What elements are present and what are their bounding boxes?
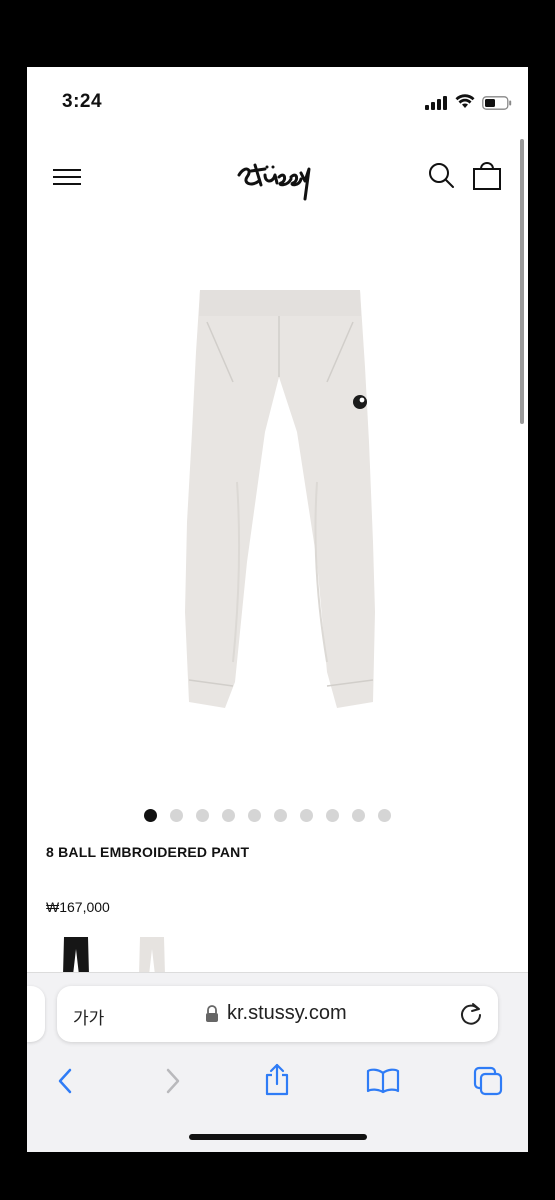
gallery-dot[interactable] <box>326 809 339 822</box>
previous-tab-preview[interactable] <box>27 986 45 1042</box>
product-image[interactable] <box>177 282 377 722</box>
product-title: 8 BALL EMBROIDERED PANT <box>46 844 250 860</box>
reload-icon[interactable] <box>458 1001 484 1027</box>
gallery-dot[interactable] <box>274 809 287 822</box>
safari-bottom-bar: 가가 kr.stussy.com <box>27 972 528 1152</box>
gallery-dot[interactable] <box>196 809 209 822</box>
gallery-dot[interactable] <box>248 809 261 822</box>
gallery-dot[interactable] <box>378 809 391 822</box>
page-scrollbar[interactable] <box>520 139 524 424</box>
hamburger-menu-icon[interactable] <box>53 167 81 187</box>
wifi-icon <box>455 94 475 108</box>
site-header <box>27 137 528 217</box>
text-size-button[interactable]: 가가 <box>73 1004 104 1029</box>
url-text[interactable]: kr.stussy.com <box>227 1002 347 1025</box>
status-bar: 3:24 <box>27 67 528 137</box>
search-icon[interactable] <box>427 161 455 189</box>
address-bar[interactable]: 가가 kr.stussy.com <box>57 986 498 1042</box>
gallery-dot[interactable] <box>352 809 365 822</box>
gallery-dot[interactable] <box>144 809 157 822</box>
forward-icon[interactable] <box>163 1067 183 1095</box>
gallery-dot[interactable] <box>222 809 235 822</box>
swatch-grey[interactable] <box>137 935 167 975</box>
phone-screen: 3:24 8 BALL EMBROIDERED PANT ₩167,000 가가… <box>27 67 528 1152</box>
home-indicator <box>189 1134 367 1140</box>
cellular-signal-icon <box>425 96 447 110</box>
gallery-dot[interactable] <box>300 809 313 822</box>
back-icon[interactable] <box>55 1067 75 1095</box>
share-icon[interactable] <box>263 1063 291 1097</box>
product-price: ₩167,000 <box>46 899 110 915</box>
status-time: 3:24 <box>62 91 103 112</box>
lock-icon <box>206 1005 218 1022</box>
gallery-dot[interactable] <box>170 809 183 822</box>
tabs-icon[interactable] <box>473 1066 503 1096</box>
stussy-logo[interactable] <box>235 151 315 203</box>
bookmarks-icon[interactable] <box>366 1068 400 1094</box>
battery-icon <box>482 96 512 110</box>
swatch-black[interactable] <box>61 935 91 975</box>
gallery-pagination <box>144 809 391 823</box>
shopping-bag-icon[interactable] <box>472 159 502 191</box>
